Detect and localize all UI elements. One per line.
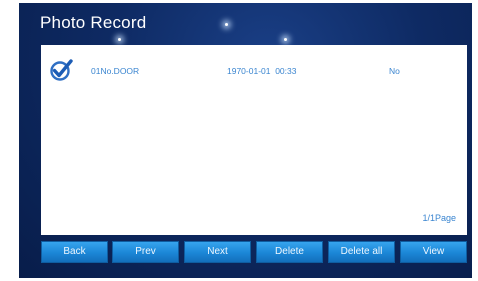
prev-button[interactable]: Prev [112,241,179,263]
background-sparkle [225,23,228,26]
photo-record-screen: Photo Record 01No.DOOR 1970-01-01 00:33 … [19,3,472,278]
next-button[interactable]: Next [184,241,251,263]
record-row[interactable]: 01No.DOOR 1970-01-01 00:33 No [41,58,467,84]
button-bar: Back Prev Next Delete Delete all View [41,241,467,263]
background-sparkle [284,38,287,41]
delete-button[interactable]: Delete [256,241,323,263]
view-button[interactable]: View [400,241,467,263]
back-button[interactable]: Back [41,241,108,263]
record-datetime: 1970-01-01 00:33 [227,66,297,76]
background-sparkle [118,38,121,41]
record-list-panel: 01No.DOOR 1970-01-01 00:33 No 1/1Page [41,45,467,235]
record-status: No [389,66,400,76]
check-circle-icon[interactable] [49,58,74,82]
page-title: Photo Record [40,13,147,32]
page-indicator: 1/1Page [422,213,456,223]
record-name: 01No.DOOR [91,66,140,76]
delete-all-button[interactable]: Delete all [328,241,395,263]
